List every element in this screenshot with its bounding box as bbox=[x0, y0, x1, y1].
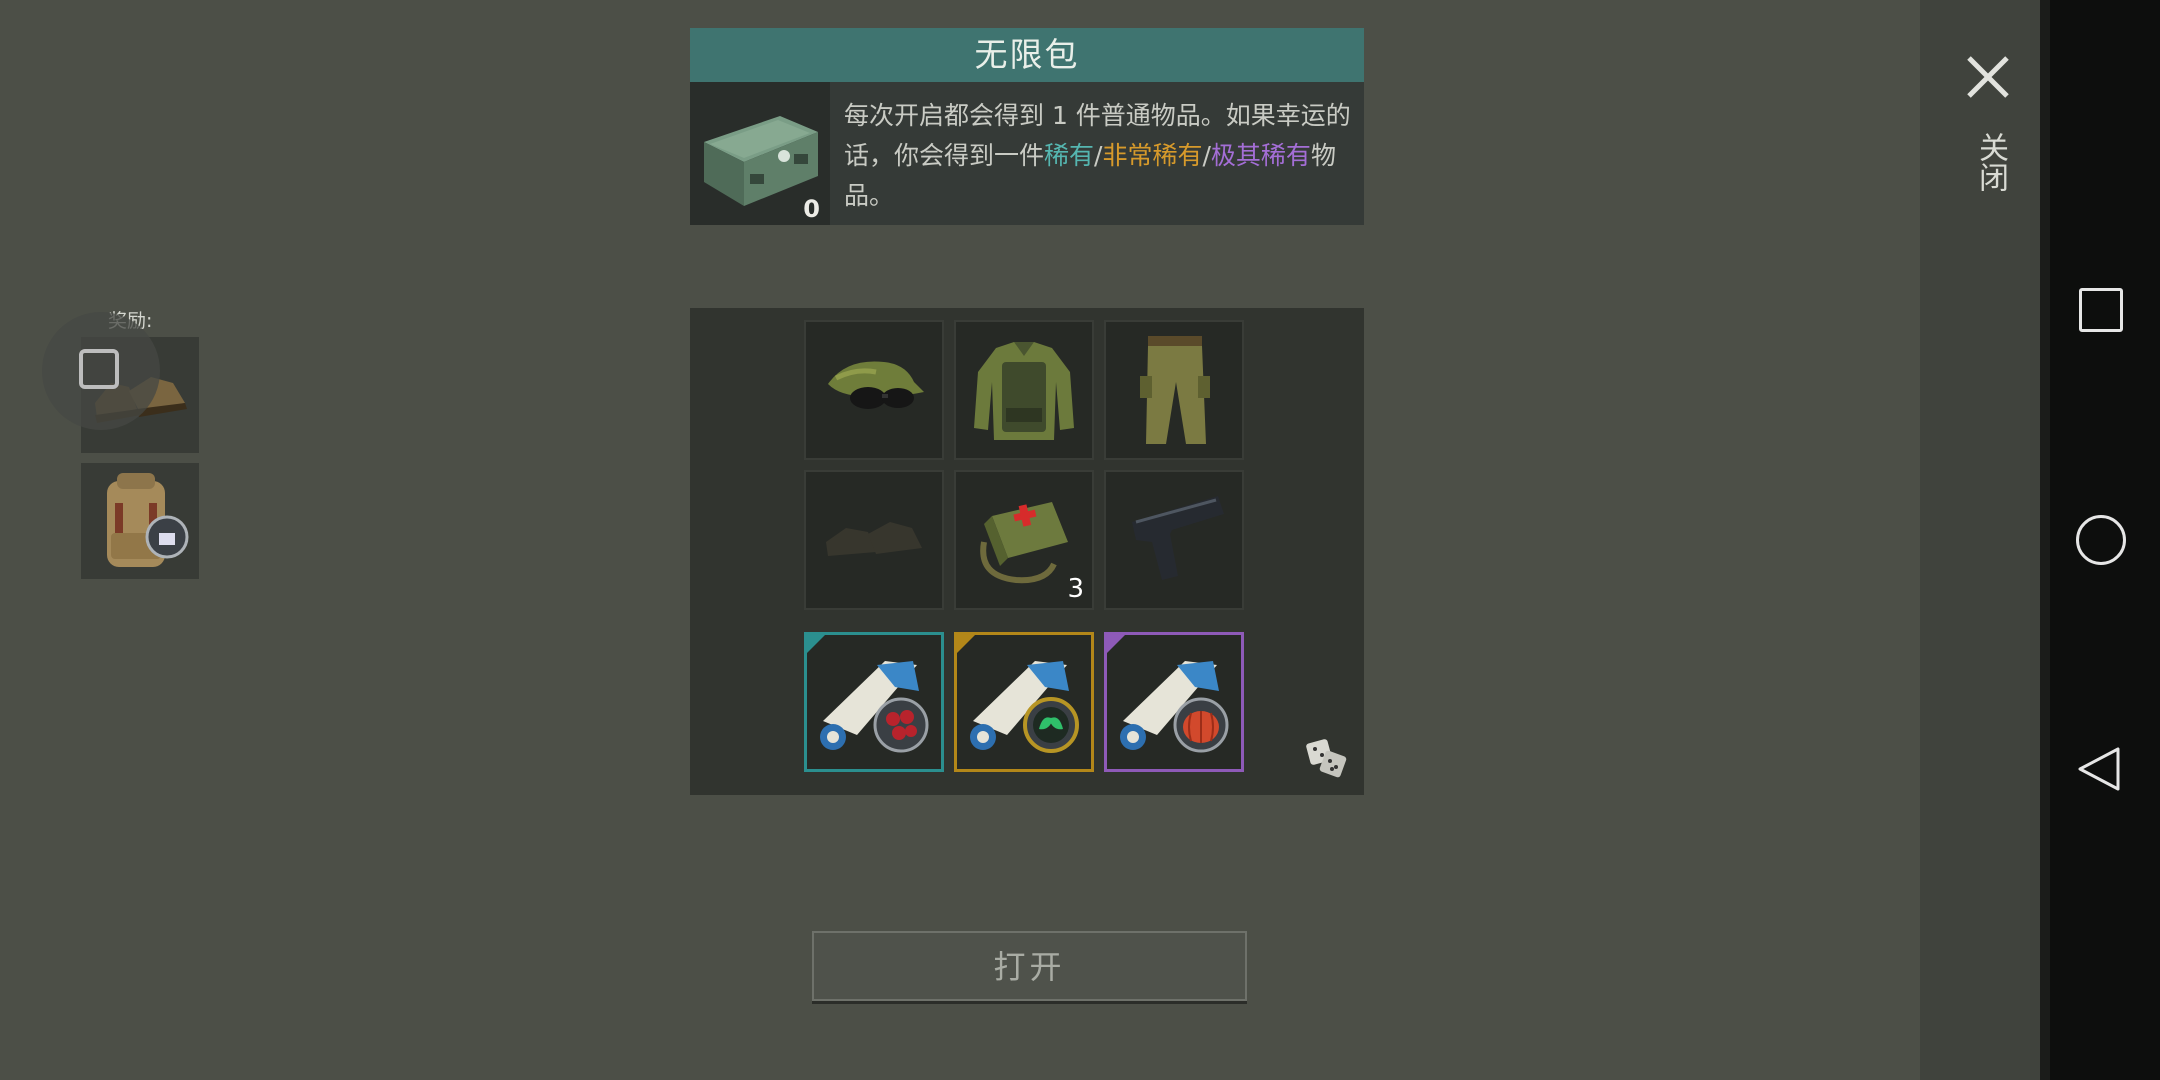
game-screen: 无限包 0 每次开启都会得到 1 件普通物品。如果幸运的话，你会得到一件稀有/非… bbox=[0, 0, 1920, 1080]
camo-pants-icon bbox=[1140, 336, 1210, 444]
home-icon[interactable] bbox=[2076, 515, 2126, 565]
loot-slot[interactable]: 3 bbox=[954, 470, 1094, 610]
loot-slot-extremely-rare[interactable] bbox=[1104, 632, 1244, 772]
loot-slot-rare[interactable] bbox=[804, 632, 944, 772]
loot-panel: 3 bbox=[690, 308, 1364, 795]
dice-icon[interactable] bbox=[1302, 733, 1352, 787]
recipe-scroll-leaves-icon bbox=[970, 661, 1079, 753]
item-title: 无限包 bbox=[690, 28, 1364, 82]
loot-slot[interactable] bbox=[804, 470, 944, 610]
rarity-rare-label: 稀有 bbox=[1044, 141, 1095, 170]
recipe-scroll-pumpkin-icon bbox=[1120, 661, 1229, 753]
loot-slot[interactable] bbox=[1104, 320, 1244, 460]
back-icon[interactable] bbox=[2074, 743, 2126, 799]
boots-icon bbox=[826, 522, 922, 556]
rarity-extremely-rare-label: 极其稀有 bbox=[1210, 141, 1311, 170]
owned-count: 0 bbox=[803, 195, 820, 223]
camo-cap-with-goggles-icon bbox=[828, 361, 924, 409]
camo-tactical-jacket-icon bbox=[974, 342, 1074, 440]
rarity-very-rare-label: 非常稀有 bbox=[1102, 141, 1203, 170]
loot-slot[interactable] bbox=[804, 320, 944, 460]
loot-slot-very-rare[interactable] bbox=[954, 632, 1094, 772]
item-info-card: 无限包 0 每次开启都会得到 1 件普通物品。如果幸运的话，你会得到一件稀有/非… bbox=[690, 28, 1364, 225]
close-icon[interactable] bbox=[1963, 52, 2013, 106]
item-description: 每次开启都会得到 1 件普通物品。如果幸运的话，你会得到一件稀有/非常稀有/极其… bbox=[844, 96, 1354, 216]
supply-crate-icon: 0 bbox=[690, 82, 830, 225]
item-quantity: 3 bbox=[1067, 574, 1084, 604]
desc-separator: / bbox=[1202, 141, 1211, 170]
pistol-icon bbox=[1132, 496, 1224, 580]
floating-assist-button[interactable] bbox=[42, 312, 160, 430]
rarity-corner bbox=[1107, 635, 1125, 653]
backpack-icon bbox=[107, 473, 189, 567]
loot-slot[interactable] bbox=[954, 320, 1094, 460]
nav-separator bbox=[2040, 0, 2050, 1080]
open-button[interactable]: 打开 bbox=[812, 931, 1247, 1001]
rarity-corner bbox=[807, 635, 825, 653]
close-label[interactable]: 关闭 bbox=[1968, 132, 2008, 192]
square-icon bbox=[79, 349, 119, 389]
recipe-scroll-berries-icon bbox=[820, 661, 929, 753]
recent-apps-icon[interactable] bbox=[2079, 288, 2123, 332]
loot-slot[interactable] bbox=[1104, 470, 1244, 610]
rarity-corner bbox=[957, 635, 975, 653]
reward-slot[interactable] bbox=[81, 463, 199, 579]
